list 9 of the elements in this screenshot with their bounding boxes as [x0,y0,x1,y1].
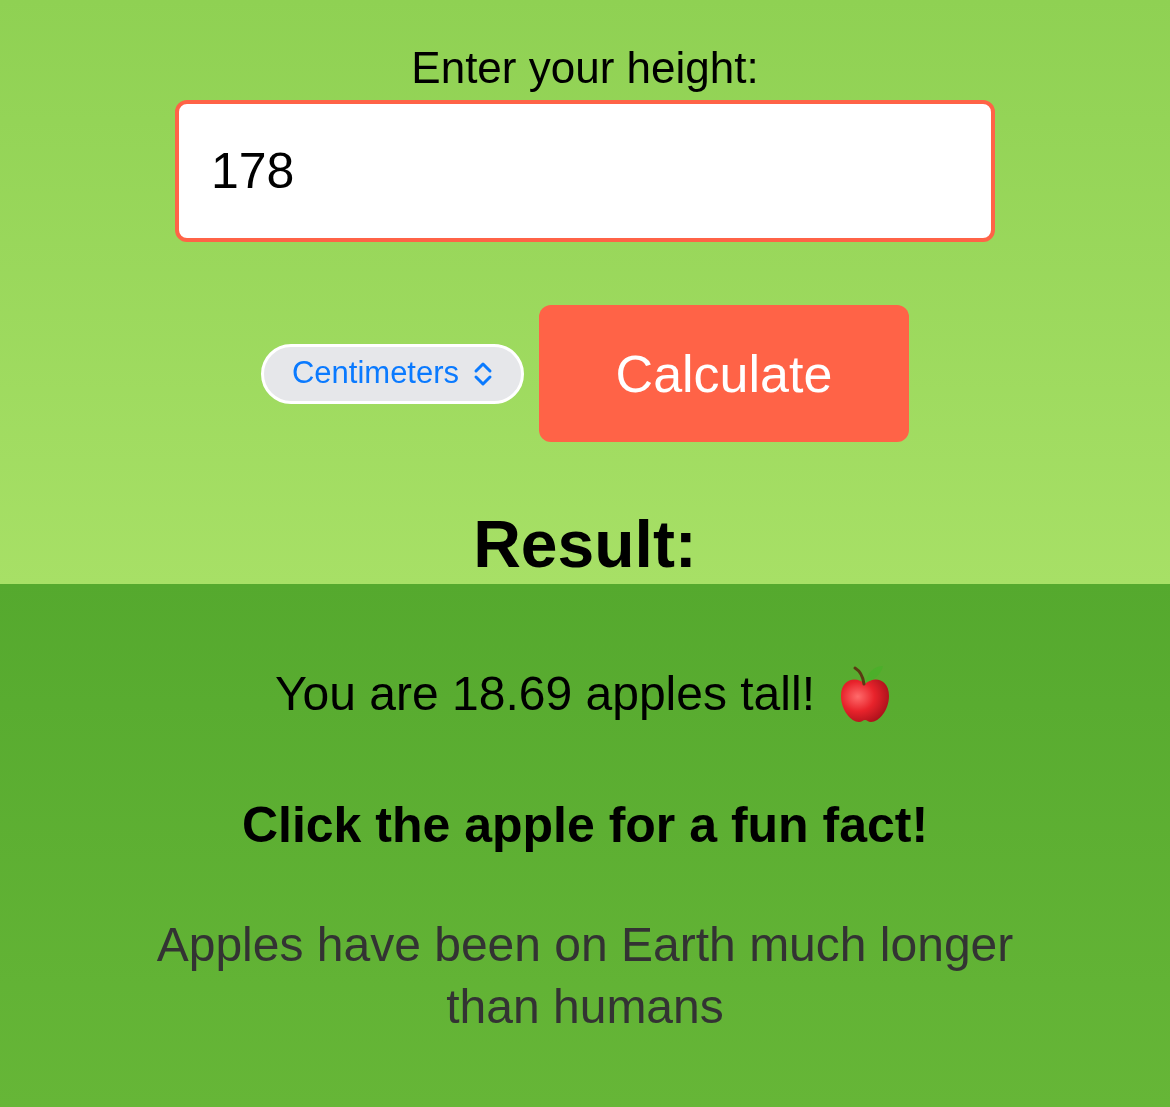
calculate-button[interactable]: Calculate [539,305,909,442]
result-heading: Result: [473,506,697,582]
fun-fact-prompt: Click the apple for a fun fact! [241,796,929,854]
result-message: You are 18.69 apples tall! [275,666,815,722]
fun-fact-text: Apples have been on Earth much longer than humans [155,917,1015,1035]
height-label: Enter your height: [411,42,759,94]
unit-select[interactable]: Centimeters [261,343,524,404]
height-input[interactable]: 178 [175,100,995,242]
updown-chevron-icon [473,360,494,387]
